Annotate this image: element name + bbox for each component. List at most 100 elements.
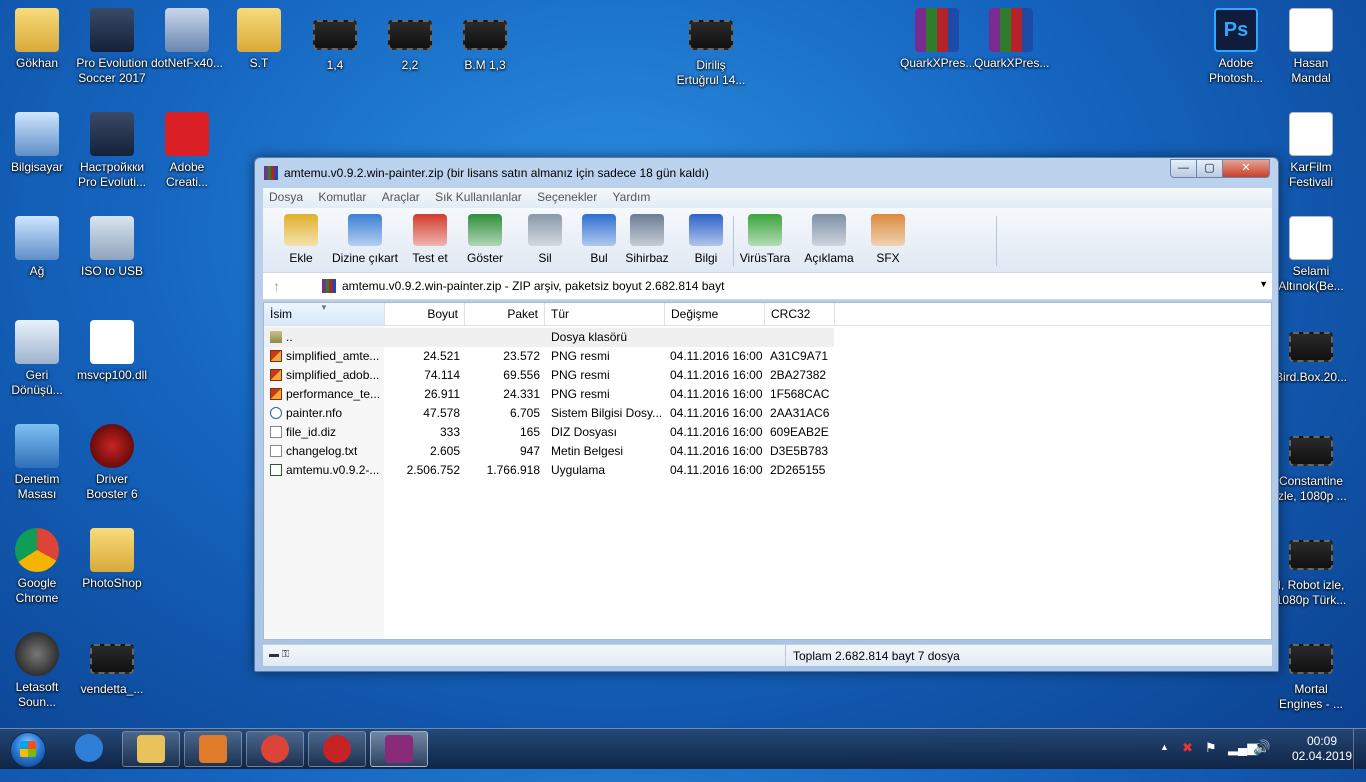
taskbar-ie-button[interactable] xyxy=(60,731,118,767)
desktop-icon[interactable]: S.T xyxy=(222,2,296,71)
menu-help[interactable]: Yardım xyxy=(607,188,657,206)
taskbar-driver-booster-button[interactable] xyxy=(308,731,366,767)
desktop-icon[interactable]: Pro Evolution Soccer 2017 xyxy=(75,2,149,86)
menu-favorites[interactable]: Sık Kullanılanlar xyxy=(429,188,528,206)
file-list[interactable]: İsim ▼ Boyut Paket Tür Değişme CRC32 .. Do… xyxy=(263,302,1272,640)
toolbar-a-klama-button[interactable]: Açıklama xyxy=(803,212,855,265)
adobe-icon xyxy=(165,112,209,156)
show-desktop-button[interactable] xyxy=(1353,729,1366,769)
taskbar-chrome-button[interactable] xyxy=(246,731,304,767)
desktop-icon[interactable]: Google Chrome xyxy=(0,522,74,606)
title-bar[interactable]: amtemu.v0.9.2.win-painter.zip (bir lisan… xyxy=(255,158,1278,188)
desktop-icon[interactable]: Letasoft Soun... xyxy=(0,626,74,710)
drive-key-icon: ▬ ⚿ xyxy=(269,649,290,660)
desktop-icon[interactable]: 2,2 xyxy=(373,10,447,73)
toolbar-bilgi-button[interactable]: Bilgi xyxy=(680,212,732,265)
toolbar-sfx-button[interactable]: SFX xyxy=(862,212,914,265)
cell-packed: 1.766.918 xyxy=(486,463,540,477)
desktop-icon[interactable]: Gökhan xyxy=(0,2,74,71)
col-type[interactable]: Tür xyxy=(545,303,665,325)
cell-modified: 04.11.2016 16:00 xyxy=(670,368,763,382)
desktop-icon[interactable]: Geri Dönüşü... xyxy=(0,314,74,398)
dll-icon xyxy=(90,320,134,364)
toolbar-sihirbaz-button[interactable]: Sihirbaz xyxy=(621,212,673,265)
desktop-icon[interactable]: QuarkXPres... xyxy=(974,2,1049,71)
desktop-icon[interactable]: Adobe Creati... xyxy=(150,106,224,190)
desktop-icon[interactable]: B.M 1,3 xyxy=(448,10,522,73)
desktop-icon[interactable]: Denetim Masası xyxy=(0,418,74,502)
desktop-icon[interactable]: vendetta_... xyxy=(75,634,149,697)
toolbar-sil-button[interactable]: Sil xyxy=(519,212,571,265)
desktop-icon[interactable]: Diriliş Ertuğrul 14... xyxy=(674,10,748,88)
address-bar[interactable]: ↑ amtemu.v0.9.2.win-painter.zip - ZIP ar… xyxy=(263,272,1272,300)
sfx-box-icon xyxy=(871,214,905,246)
table-row[interactable]: file_id.diz 333 165 DIZ Dosyası 04.11.2016 1… xyxy=(264,423,834,442)
desktop-icon[interactable]: PhotoShop xyxy=(75,522,149,591)
desktop-icon[interactable]: msvcp100.dll xyxy=(75,314,149,383)
desktop-icon[interactable]: Selami Altınok(Be... xyxy=(1274,210,1348,294)
col-name[interactable]: İsim ▼ xyxy=(264,303,385,325)
close-button[interactable]: ✕ xyxy=(1222,159,1270,178)
table-row[interactable]: changelog.txt 2.605 947 Metin Belgesi 04.11.… xyxy=(264,442,834,461)
menu-file[interactable]: Dosya xyxy=(263,188,309,206)
desktop-icon-label: Hasan Mandal xyxy=(1291,56,1331,85)
toolbar: Ekle Dizine çıkart Test et Göster Sil Bul Sihi… xyxy=(263,208,1272,272)
toolbar-vir-stara-button[interactable]: VirüsTara xyxy=(739,212,791,265)
desktop-icon[interactable]: I, Robot izle, 1080p Türk... xyxy=(1274,530,1348,608)
volume-icon[interactable]: 🔊 xyxy=(1253,739,1270,779)
table-row[interactable]: simplified_adob... 74.114 69.556 PNG resmi 0… xyxy=(264,366,834,385)
desktop-icon[interactable]: Mortal Engines - ... xyxy=(1274,634,1348,712)
taskbar-winrar-button[interactable] xyxy=(370,731,428,767)
start-button[interactable] xyxy=(2,730,54,768)
menu-tools[interactable]: Araçlar xyxy=(376,188,426,206)
table-row[interactable]: painter.nfo 47.578 6.705 Sistem Bilgisi Dos… xyxy=(264,404,834,423)
toolbar-ekle-button[interactable]: Ekle xyxy=(275,212,327,265)
menu-commands[interactable]: Komutlar xyxy=(312,188,372,206)
cell-size: 24.521 xyxy=(423,349,460,363)
desktop-icon[interactable]: dotNetFx40... xyxy=(150,2,224,71)
table-row[interactable]: amtemu.v0.9.2-... 2.506.752 1.766.918 Uygul… xyxy=(264,461,834,480)
info-icon xyxy=(689,214,723,246)
cell-type: PNG resmi xyxy=(551,349,610,363)
toolbar-bul-button[interactable]: Bul xyxy=(573,212,625,265)
toolbar-label: Sil xyxy=(538,251,552,265)
table-row[interactable]: performance_te... 26.911 24.331 PNG resmi 04… xyxy=(264,385,834,404)
film-icon xyxy=(463,20,507,50)
desktop-icon[interactable]: Настройкки Pro Evoluti... xyxy=(75,106,149,190)
action-center-icon[interactable]: ⚑ xyxy=(1205,740,1217,780)
film-icon xyxy=(689,20,733,50)
taskbar-media-player-button[interactable] xyxy=(184,731,242,767)
minimize-button[interactable]: — xyxy=(1170,159,1197,178)
clock[interactable]: 00:09 02.04.2019 xyxy=(1292,734,1352,764)
delete-bin-icon xyxy=(528,214,562,246)
desktop-icon[interactable]: Bird.Box.20... xyxy=(1274,322,1348,385)
cell-size: 74.114 xyxy=(424,368,460,382)
table-row[interactable]: .. Dosya klasörü xyxy=(264,328,834,347)
col-crc32[interactable]: CRC32 xyxy=(765,303,835,325)
table-row[interactable]: simplified_amte... 24.521 23.572 PNG resmi 0… xyxy=(264,347,834,366)
desktop-icon[interactable]: QuarkXPres... xyxy=(900,2,975,71)
taskbar-explorer-button[interactable] xyxy=(122,731,180,767)
up-arrow-icon[interactable]: ↑ xyxy=(273,278,280,294)
col-modified[interactable]: Değişme xyxy=(665,303,765,325)
col-packed[interactable]: Paket xyxy=(465,303,545,325)
desktop-icon[interactable]: ISO to USB xyxy=(75,210,149,279)
desktop-icon[interactable]: KarFilm Festivali xyxy=(1274,106,1348,190)
chevron-down-icon[interactable]: ▼ xyxy=(1259,279,1268,289)
menu-options[interactable]: Seçenekler xyxy=(531,188,603,206)
maximize-button[interactable]: ▢ xyxy=(1196,159,1223,178)
desktop-icon[interactable]: Driver Booster 6 xyxy=(75,418,149,502)
desktop-icon[interactable]: Ağ xyxy=(0,210,74,279)
tray-expand-icon[interactable]: ▲ xyxy=(1160,742,1169,782)
toolbar-g-ster-button[interactable]: Göster xyxy=(459,212,511,265)
test-clipboard-icon xyxy=(413,214,447,246)
network-error-icon[interactable]: ✖ xyxy=(1182,740,1193,780)
desktop-icon[interactable]: Constantine izle, 1080p ... xyxy=(1274,426,1348,504)
desktop-icon[interactable]: 1,4 xyxy=(298,10,372,73)
desktop-icon[interactable]: Hasan Mandal xyxy=(1274,2,1348,86)
toolbar-dizine-kart-button[interactable]: Dizine çıkart xyxy=(329,212,401,265)
desktop-icon[interactable]: Bilgisayar xyxy=(0,106,74,175)
toolbar-test-et-button[interactable]: Test et xyxy=(404,212,456,265)
desktop-icon[interactable]: Ps Adobe Photosh... xyxy=(1199,2,1273,86)
col-size[interactable]: Boyut xyxy=(385,303,465,325)
